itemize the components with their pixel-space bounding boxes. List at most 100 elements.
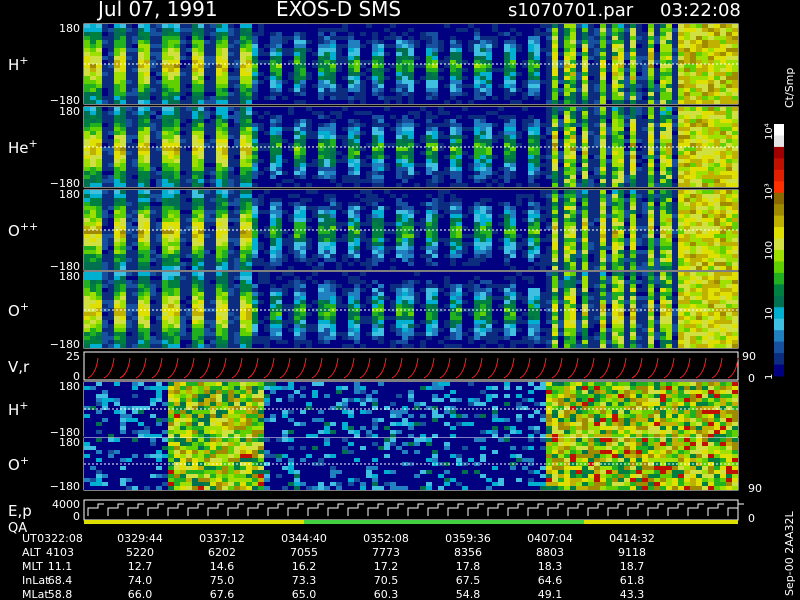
spectrogram-cell [462, 60, 468, 64]
spectrogram-cell [192, 175, 198, 179]
spectrogram-cell [450, 115, 456, 119]
spectrogram-cell [450, 111, 456, 115]
spectrogram-cell [168, 48, 174, 52]
spectrogram-cell [120, 246, 126, 250]
spectrogram-cell [372, 40, 378, 44]
spectrogram-cell [384, 151, 390, 155]
spectrogram-cell [708, 163, 714, 167]
spectrogram-cell [324, 24, 330, 28]
spectrogram-cell [606, 52, 612, 56]
spectrogram-cell [336, 107, 342, 111]
spectrogram-cell [414, 64, 420, 68]
spectrogram-cell [186, 214, 192, 218]
spectrogram-cell [438, 64, 444, 68]
spectrogram-cell [558, 84, 564, 88]
spectrogram-cell [384, 135, 390, 139]
spectrogram-cell [336, 52, 342, 56]
spectrogram-cell [366, 135, 372, 139]
spectrogram-cell [84, 80, 90, 84]
spectrogram-cell [414, 119, 420, 123]
spectrogram-cell [564, 139, 570, 143]
spectrogram-cell [672, 139, 678, 143]
spectrogram-cell [216, 48, 222, 52]
spectrogram-cell [168, 28, 174, 32]
spectrogram-cell [564, 96, 570, 100]
spectrogram-cell [102, 242, 108, 246]
spectrogram-cell [540, 52, 546, 56]
spectrogram-cell [432, 135, 438, 139]
spectrogram-cell [696, 159, 702, 163]
spectrogram-cell [348, 123, 354, 127]
spectrogram-cell [594, 111, 600, 115]
spectrogram-cell [504, 72, 510, 76]
spectrogram-cell [84, 155, 90, 159]
spectrogram-cell [162, 218, 168, 222]
spectrogram-cell [570, 135, 576, 139]
spectrogram-cell [246, 119, 252, 123]
spectrogram-cell [696, 179, 702, 183]
spectrogram-cell [408, 127, 414, 131]
spectrogram-cell [708, 167, 714, 171]
spectrogram-cell [138, 194, 144, 198]
spectrogram-cell [600, 127, 606, 131]
spectrogram-cell [210, 139, 216, 143]
spectrogram-cell [630, 127, 636, 131]
spectrogram-cell [516, 24, 522, 28]
spectrogram-cell [156, 123, 162, 127]
spectrogram-cell [354, 76, 360, 80]
spectrogram-cell [612, 84, 618, 88]
spectrogram-cell [216, 139, 222, 143]
spectrogram-cell [528, 175, 534, 179]
spectrogram-cell [108, 218, 114, 222]
spectrogram-cell [138, 115, 144, 119]
spectrogram-cell [324, 92, 330, 96]
spectrogram-cell [402, 135, 408, 139]
spectrogram-cell [168, 40, 174, 44]
spectrogram-cell [462, 127, 468, 131]
spectrogram-cell [150, 171, 156, 175]
spectrogram-cell [732, 80, 738, 84]
spectrogram-cell [312, 36, 318, 40]
spectrogram-cell [726, 52, 732, 56]
spectrogram-cell [162, 107, 168, 111]
spectrogram-cell [516, 175, 522, 179]
spectrogram-cell [354, 147, 360, 151]
spectrogram-cell [390, 64, 396, 68]
spectrogram-cell [366, 96, 372, 100]
spectrogram-cell [474, 52, 480, 56]
spectrogram-cell [138, 151, 144, 155]
spectrogram-cell [492, 48, 498, 52]
spectrogram-cell [210, 56, 216, 60]
spectrogram-cell [192, 171, 198, 175]
spectrogram-cell [480, 56, 486, 60]
spectrogram-cell [480, 96, 486, 100]
spectrogram-cell [300, 52, 306, 56]
spectrogram-cell [336, 111, 342, 115]
spectrogram-cell [414, 40, 420, 44]
spectrogram-cell [624, 171, 630, 175]
spectrogram-cell [624, 60, 630, 64]
spectrogram-cell [126, 139, 132, 143]
spectrogram-cell [534, 52, 540, 56]
spectrogram-cell [150, 32, 156, 36]
spectrogram-cell [300, 139, 306, 143]
spectrogram-cell [384, 76, 390, 80]
spectrogram-cell [156, 44, 162, 48]
spectrogram-cell [132, 262, 138, 266]
spectrogram-cell [588, 167, 594, 171]
spectrogram-cell [180, 147, 186, 151]
spectrogram-cell [102, 230, 108, 234]
spectrogram-cell [480, 36, 486, 40]
spectrogram-cell [582, 72, 588, 76]
spectrogram-cell [504, 127, 510, 131]
spectrogram-cell [144, 258, 150, 262]
spectrogram-cell [246, 64, 252, 68]
spectrogram-cell [636, 127, 642, 131]
spectrogram-cell [288, 52, 294, 56]
spectrogram-cell [636, 123, 642, 127]
spectrogram-cell [324, 147, 330, 151]
spectrogram-cell [390, 100, 396, 104]
spectrogram-cell [630, 143, 636, 147]
spectrogram-cell [84, 198, 90, 202]
spectrogram-cell [252, 135, 258, 139]
